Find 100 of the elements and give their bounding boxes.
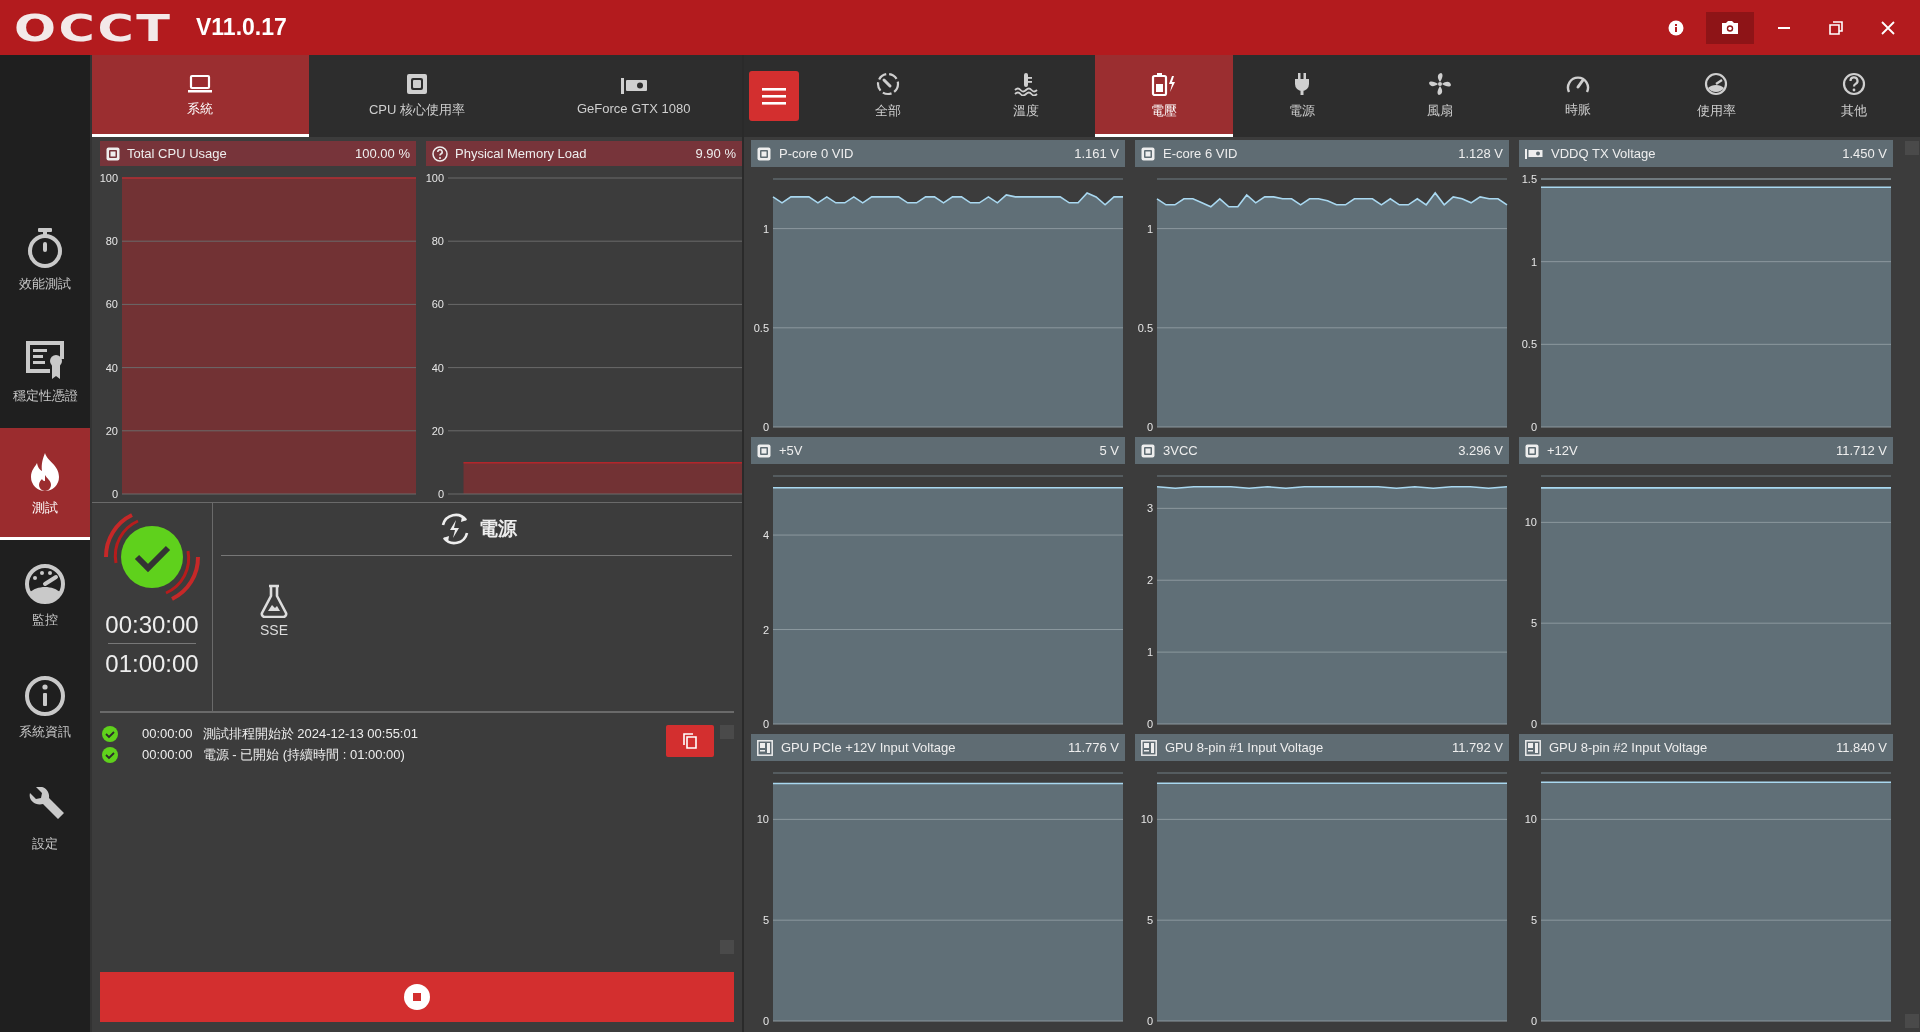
sidebar-item[interactable]: 設定 [0,764,90,876]
chip-icon [106,146,120,161]
sidebar-item[interactable]: 系統資訊 [0,652,90,764]
copy-button[interactable] [666,725,714,757]
axis-tick-label: 1 [762,222,769,235]
graphics-card-icon [619,76,648,95]
sensor-value: 11.792 V [1451,740,1503,755]
app-logo: OCCT [14,5,173,50]
axis-tick-label: 0 [762,718,769,730]
chart-title: Total CPU Usage [127,146,227,161]
axis-tick-label: 0 [1530,718,1537,730]
camera-icon [1721,20,1739,35]
laptop-icon [187,74,214,94]
motherboard-icon [1141,739,1157,756]
menu-button[interactable] [749,71,799,121]
axis-tick-label: 40 [431,361,444,374]
chart-value: 9.90 % [695,146,736,161]
axis-tick-label: 0 [1146,1015,1153,1027]
plug-icon [1292,72,1312,96]
sidebar-item[interactable]: 監控 [0,540,90,652]
axis-tick-label: 10 [756,813,769,826]
test-option-label: SSE [260,622,288,638]
menu-icon [762,87,786,105]
chip-icon [406,73,428,95]
sensor-tab[interactable]: 其他 [1785,55,1920,137]
sensor-name: GPU 8-pin #2 Input Voltage [1549,740,1708,755]
question-icon [432,145,448,162]
axis-tick-label: 2 [762,623,769,636]
chip-icon [1141,443,1155,458]
sidebar-item[interactable]: 效能測試 [0,204,90,316]
axis-tick-label: 0.5 [1521,338,1537,351]
axis-tick-label: 10 [1140,813,1153,826]
axis-tick-label: 4 [762,529,769,542]
speedometer-icon [1566,73,1590,95]
screenshot-button[interactable] [1706,11,1754,44]
sidebar-item[interactable]: 穩定性憑證 [0,316,90,428]
stop-icon [404,984,430,1010]
sensor-value: 1.128 V [1458,146,1503,161]
app-version: V11.0.17 [196,14,287,41]
gauge-icon [1704,72,1728,96]
axis-tick-label: 0.5 [753,321,769,334]
sidebar-item[interactable]: 測試 [0,428,90,540]
flame-icon [28,451,62,493]
sensor-tab[interactable]: 電源 [1233,55,1371,137]
tab[interactable]: GeForce GTX 1080 [525,55,742,137]
close-icon [1881,20,1895,35]
axis-tick-label: 5 [762,914,769,927]
motherboard-icon [757,739,773,756]
sensor-tab[interactable]: 溫度 [957,55,1095,137]
sensor-name: +5V [779,443,803,458]
sensor-tab[interactable]: 使用率 [1647,55,1785,137]
battery-icon [1151,72,1177,96]
axis-tick-label: 5 [1146,914,1153,927]
fan-icon [1428,72,1452,96]
axis-tick-label: 100 [426,172,444,184]
axis-tick-label: 1 [1146,646,1153,659]
sensor-value: 11.776 V [1067,740,1119,755]
sensor-tab[interactable]: 風扇 [1371,55,1509,137]
chip-icon [757,146,771,161]
tab[interactable]: 系統 [92,55,309,137]
dashed-gauge-icon [876,72,900,96]
axis-tick-label: 0 [762,1015,769,1027]
axis-tick-label: 0 [111,488,118,500]
chip-icon [757,443,771,458]
tab[interactable]: CPU 核心使用率 [308,55,526,137]
log-time: 00:00:00 [142,726,193,741]
axis-tick-label: 80 [105,235,118,248]
axis-tick-label: 20 [431,424,444,437]
axis-tick-label: 0 [1530,1015,1537,1027]
axis-tick-label: 3 [1146,502,1153,515]
axis-tick-label: 80 [431,235,444,248]
chart-title: Physical Memory Load [455,146,587,161]
sensor-tab[interactable]: 全部 [819,55,957,137]
stopwatch-icon [25,227,65,269]
info-icon [1668,19,1684,36]
axis-tick-label: 0 [1530,421,1537,433]
help-icon [1842,72,1866,96]
copy-icon [683,733,697,749]
elapsed-time: 00:30:00 [105,611,199,639]
axis-tick-label: 0 [762,421,769,433]
test-title: 電源 [478,517,517,541]
axis-tick-label: 20 [105,424,118,437]
sensor-value: 1.161 V [1074,146,1119,161]
log-message: 電源 - 已開始 (持續時間 : 01:00:00) [202,745,405,764]
axis-tick-label: 1 [1530,255,1537,268]
sensor-tab[interactable]: 電壓 [1095,55,1233,137]
motherboard-icon [1525,739,1541,756]
info-icon [24,675,66,717]
axis-tick-label: 0 [1146,718,1153,730]
chip-icon [1525,443,1539,458]
axis-tick-label: 10 [1524,516,1537,529]
sensor-name: P-core 0 VID [779,146,854,161]
axis-tick-label: 1.5 [1521,173,1537,185]
sensor-name: +12V [1547,443,1578,458]
thermometer-icon [1014,72,1038,96]
gauge-icon [23,563,67,605]
sensor-name: VDDQ TX Voltage [1551,146,1656,161]
log-time: 00:00:00 [142,747,193,762]
axis-tick-label: 10 [1524,813,1537,826]
sensor-tab[interactable]: 時脈 [1509,55,1647,137]
